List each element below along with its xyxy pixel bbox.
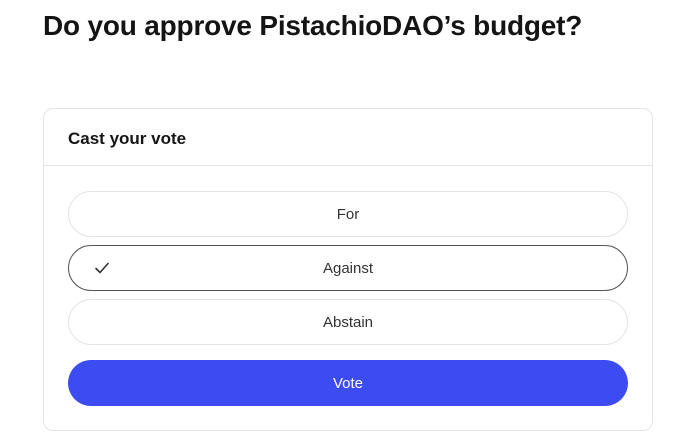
vote-button[interactable]: Vote <box>68 360 628 406</box>
page: Do you approve PistachioDAO’s budget? Ca… <box>0 0 674 440</box>
vote-card-title: Cast your vote <box>68 128 187 148</box>
vote-option-abstain[interactable]: Abstain <box>68 299 628 345</box>
vote-option-label: Against <box>322 259 374 277</box>
vote-option-label: For <box>336 205 360 223</box>
vote-options: For Against Abstain <box>68 191 628 353</box>
vote-card: Cast your vote For Against Abstain Vote <box>43 108 653 431</box>
vote-option-label: Abstain <box>322 313 374 331</box>
check-icon <box>93 259 111 277</box>
page-title: Do you approve PistachioDAO’s budget? <box>43 10 583 41</box>
vote-option-for[interactable]: For <box>68 191 628 237</box>
vote-card-header: Cast your vote <box>44 109 652 166</box>
vote-option-against[interactable]: Against <box>68 245 628 291</box>
